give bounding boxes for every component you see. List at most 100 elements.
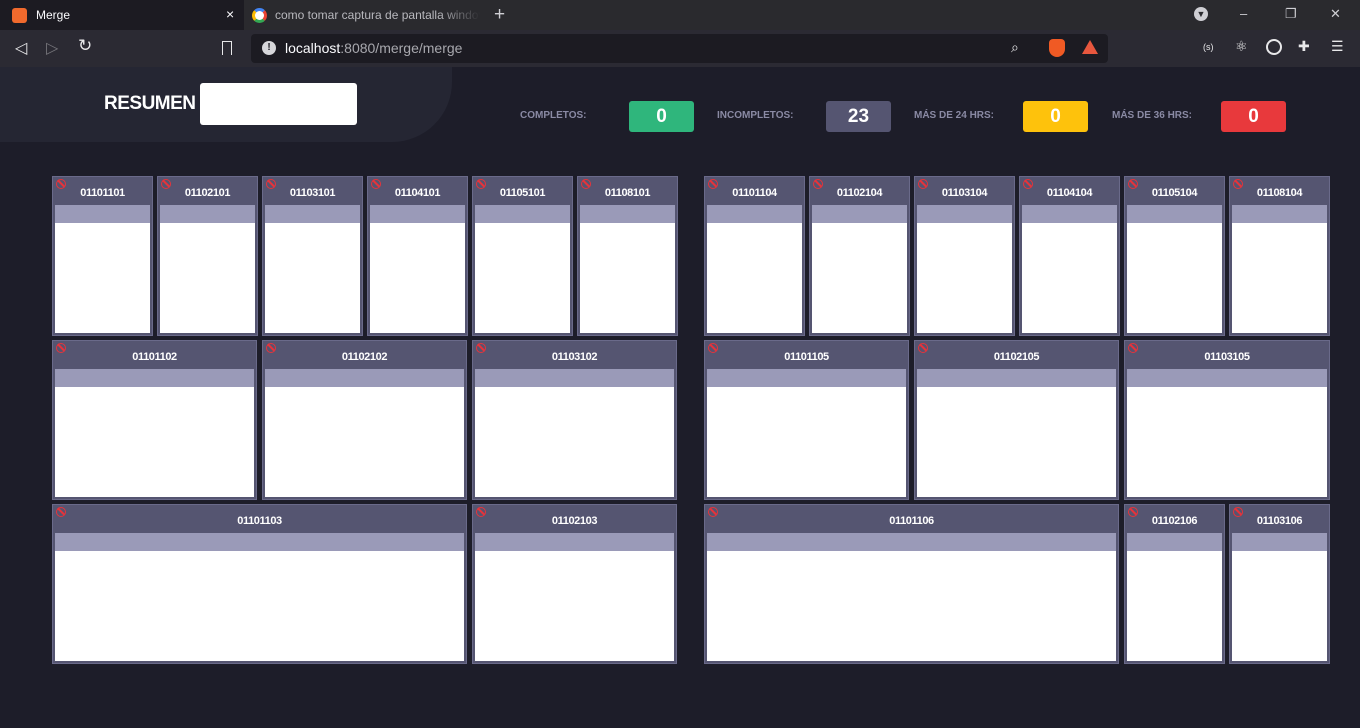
card-code: 01108101 <box>604 187 651 199</box>
card-header-bar <box>55 205 150 223</box>
card-body <box>1232 551 1327 661</box>
xampp-favicon-icon <box>12 8 27 23</box>
location-card[interactable]: 01108104 <box>1229 176 1330 336</box>
location-card[interactable]: 01104101 <box>367 176 468 336</box>
card-code: 01103104 <box>941 187 988 199</box>
location-card[interactable]: 01103104 <box>914 176 1015 336</box>
card-header-bar <box>1022 205 1117 223</box>
card-body <box>160 223 255 333</box>
location-card[interactable]: 01105101 <box>472 176 573 336</box>
forward-icon[interactable]: ▷ <box>46 38 58 58</box>
card-header-bar <box>707 533 1116 551</box>
card-code: 01103106 <box>1256 515 1303 527</box>
summary-title: RESUMEN <box>104 93 196 114</box>
puzzle-icon[interactable]: ✚ <box>1298 38 1310 55</box>
summary-panel: RESUMEN <box>0 67 452 142</box>
card-body <box>55 223 150 333</box>
location-card[interactable]: 01103102 <box>472 340 677 500</box>
card-header-bar <box>1127 205 1222 223</box>
card-code: 01102104 <box>836 187 883 199</box>
card-body <box>917 223 1012 333</box>
card-code: 01102103 <box>551 515 598 527</box>
card-code: 01101103 <box>237 515 282 527</box>
card-header-bar <box>1232 533 1327 551</box>
tab-merge[interactable]: Merge × <box>0 0 244 30</box>
stat-label-incompletos: INCOMPLETOS: <box>717 110 794 121</box>
card-header-bar <box>55 533 464 551</box>
tab-bar: Merge × como tomar captura de pantalla w… <box>0 0 1360 30</box>
card-code: 01103105 <box>1204 351 1250 363</box>
bat-icon[interactable] <box>1082 40 1098 54</box>
card-header-bar <box>580 205 675 223</box>
location-card[interactable]: 01102103 <box>472 504 677 664</box>
card-header-bar <box>475 369 674 387</box>
zoom-icon[interactable]: ⌕ <box>1011 39 1019 56</box>
location-card[interactable]: 01101101 <box>52 176 153 336</box>
card-code: 01101106 <box>889 515 934 527</box>
card-body <box>265 387 464 497</box>
brave-icon[interactable] <box>1049 39 1065 57</box>
location-card[interactable]: 01101105 <box>704 340 909 500</box>
close-tab-icon[interactable]: × <box>226 6 234 22</box>
google-favicon-icon <box>252 8 267 23</box>
card-body <box>707 551 1116 661</box>
card-body <box>55 551 464 661</box>
minimize-button[interactable]: – <box>1240 6 1247 21</box>
tab-list-icon[interactable]: ▼ <box>1194 7 1208 21</box>
location-card[interactable]: 01103105 <box>1124 340 1330 500</box>
card-header-bar <box>475 205 570 223</box>
card-body <box>1022 223 1117 333</box>
card-code: 01103102 <box>551 351 598 363</box>
react-icon[interactable]: ⚛ <box>1235 38 1248 55</box>
location-card[interactable]: 01102101 <box>157 176 258 336</box>
card-header-bar <box>917 369 1116 387</box>
restore-button[interactable]: ❐ <box>1285 6 1297 22</box>
url-bar[interactable]: ! localhost:8080/merge/merge ⌕ <box>251 34 1108 63</box>
ext-s-icon[interactable]: (s) <box>1203 42 1214 52</box>
card-code: 01105101 <box>499 187 546 199</box>
card-body <box>475 223 570 333</box>
location-card[interactable]: 01103106 <box>1229 504 1330 664</box>
location-card[interactable]: 01105104 <box>1124 176 1225 336</box>
card-body <box>812 223 907 333</box>
card-body <box>55 387 254 497</box>
menu-icon[interactable]: ☰ <box>1331 38 1344 55</box>
stat-label-24hrs: MÁS DE 24 HRS: <box>914 110 995 121</box>
info-icon[interactable]: ! <box>262 41 276 55</box>
card-header-bar <box>265 369 464 387</box>
card-body <box>475 387 674 497</box>
card-header-bar <box>1127 533 1222 551</box>
card-header-bar <box>1232 205 1327 223</box>
bookmark-icon[interactable] <box>222 41 232 55</box>
tab-google-search[interactable]: como tomar captura de pantalla windows <box>244 0 484 30</box>
stat-badge-36hrs: 0 <box>1221 101 1286 132</box>
card-code: 01104104 <box>1046 187 1093 199</box>
location-card[interactable]: 01101103 <box>52 504 467 664</box>
location-card[interactable]: 01102105 <box>914 340 1119 500</box>
location-card[interactable]: 01102102 <box>262 340 467 500</box>
reload-icon[interactable]: ↻ <box>78 36 92 56</box>
new-tab-button[interactable]: + <box>494 4 505 26</box>
card-code: 01101105 <box>784 351 829 363</box>
summary-input[interactable] <box>200 83 357 125</box>
card-header-bar <box>812 205 907 223</box>
card-body <box>707 387 906 497</box>
location-card[interactable]: 01101102 <box>52 340 257 500</box>
card-body <box>1127 551 1222 661</box>
card-header-bar <box>370 205 465 223</box>
location-card[interactable]: 01101106 <box>704 504 1119 664</box>
card-header-bar <box>475 533 674 551</box>
card-header-bar <box>265 205 360 223</box>
target-icon[interactable] <box>1266 39 1282 55</box>
location-card[interactable]: 01102106 <box>1124 504 1225 664</box>
location-card[interactable]: 01103101 <box>262 176 363 336</box>
card-body <box>475 551 674 661</box>
location-card[interactable]: 01108101 <box>577 176 678 336</box>
card-code: 01102101 <box>184 187 231 199</box>
card-header-bar <box>55 369 254 387</box>
close-window-button[interactable]: ✕ <box>1330 6 1341 22</box>
location-card[interactable]: 01101104 <box>704 176 805 336</box>
location-card[interactable]: 01104104 <box>1019 176 1120 336</box>
back-icon[interactable]: ◁ <box>15 38 27 58</box>
location-card[interactable]: 01102104 <box>809 176 910 336</box>
